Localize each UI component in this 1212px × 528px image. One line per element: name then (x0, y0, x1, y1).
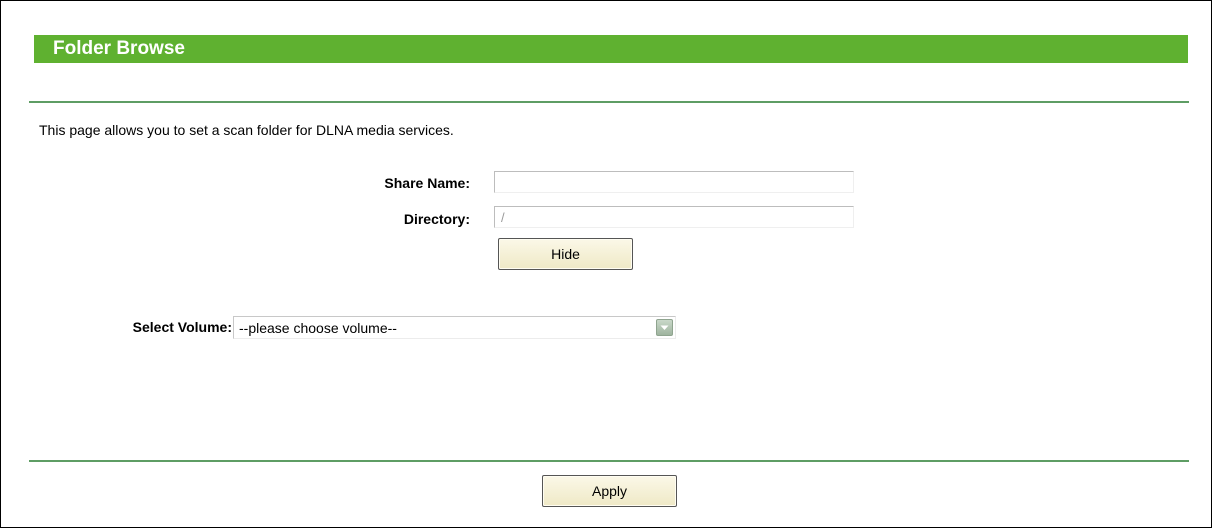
select-volume-label: Select Volume: (132, 319, 232, 335)
share-name-label: Share Name: (384, 175, 470, 191)
directory-input[interactable] (494, 206, 854, 228)
title-bar: Folder Browse (34, 35, 1188, 63)
select-volume-value: --please choose volume-- (239, 320, 397, 336)
directory-label: Directory: (403, 211, 470, 227)
page-title: Folder Browse (53, 38, 185, 59)
share-name-input[interactable] (494, 171, 854, 193)
select-volume-dropdown[interactable]: --please choose volume-- (233, 316, 676, 339)
bottom-divider (29, 460, 1189, 462)
apply-button[interactable]: Apply (542, 475, 677, 507)
hide-button[interactable]: Hide (498, 238, 633, 270)
chevron-down-icon[interactable] (656, 319, 673, 336)
page-description: This page allows you to set a scan folde… (39, 122, 454, 138)
top-divider (29, 101, 1189, 103)
